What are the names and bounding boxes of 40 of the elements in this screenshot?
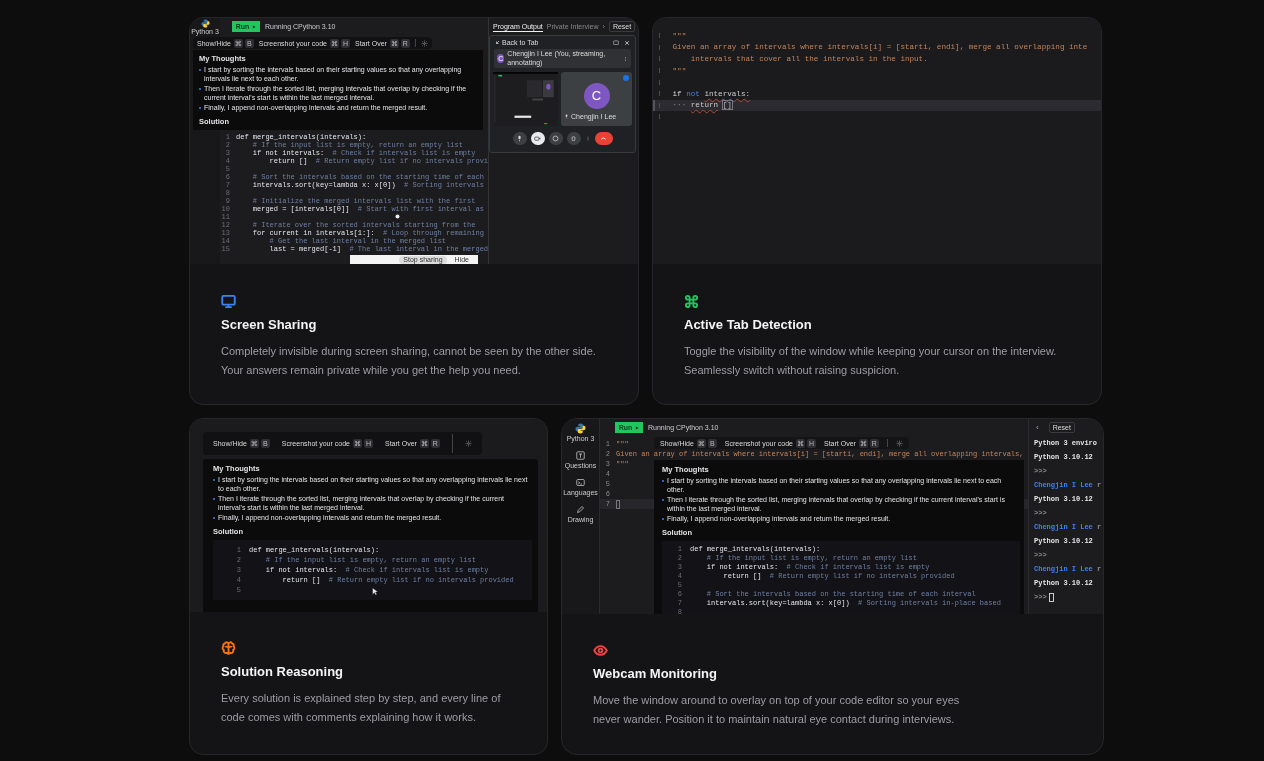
python-logo-icon [575,423,586,434]
smiley-icon [552,135,559,142]
status-badge [623,75,629,81]
phone-icon [600,135,607,142]
terminal-icon [576,478,585,487]
feature-description: Every solution is explained step by step, and every line of code comes with comments explaining how it works. [221,691,502,725]
play-icon [635,425,640,430]
feature-description: Toggle the visibility of the window while keeping your cursor on the interview. Seamlessly switch without raising suspicion. [684,344,1058,378]
feature-title: Screen Sharing [221,317,318,332]
feature-title: Solution Reasoning [221,664,345,679]
back-arrow-icon [495,40,500,45]
shared-screen-drawing [493,72,559,126]
text-cursor [1048,592,1054,602]
end-call-button[interactable] [594,132,613,145]
python-logo-icon [200,19,210,28]
settings-icon[interactable] [895,439,903,447]
cursor-icon [395,214,400,219]
settings-icon[interactable] [464,440,472,447]
collapse-button[interactable]: ‹ [1034,423,1039,432]
hand-button[interactable] [566,132,581,145]
cursor-icon [372,587,378,596]
text-box-icon [576,451,585,460]
pen-icon [576,505,585,514]
emoji-button[interactable] [548,132,563,145]
play-icon [252,24,257,29]
mic-button[interactable] [512,132,527,145]
hand-icon [570,135,577,142]
avatar: C [583,82,610,109]
close-icon[interactable] [624,39,630,46]
text-cursor [616,499,620,509]
camera-icon [534,135,541,142]
camera-button[interactable] [530,132,545,145]
microphone-icon [516,135,523,142]
settings-icon[interactable] [420,39,428,47]
feature-description: Move the window around to overlay on top of your code editor so your eyes never wander. Position it to maintain natural eye contact during interviews. [593,693,961,727]
feature-title: Webcam Monitoring [593,666,718,681]
feature-description: Completely invisible during screen sharing, cannot be seen by the other side. Your answers remain private while you get the help you need. [221,344,597,378]
microphone-icon [564,113,570,119]
feature-title: Active Tab Detection [684,317,813,332]
chat-icon[interactable] [613,39,619,46]
